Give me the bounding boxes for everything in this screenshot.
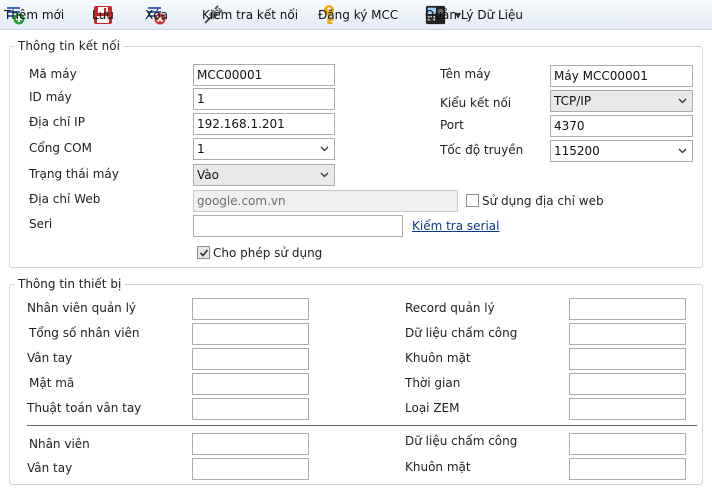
chevron-down-icon (320, 146, 329, 152)
chevron-down-icon (678, 98, 687, 104)
com-port-value: 1 (197, 142, 205, 156)
add-new-label: Thêm mới (4, 8, 65, 22)
password-label: Mật mã (29, 376, 75, 390)
face-field-2[interactable] (569, 458, 686, 480)
serial-input[interactable] (193, 215, 403, 237)
check-connection-button[interactable]: Kiểm tra kết nối (202, 4, 298, 26)
fingerprint-field-2[interactable] (192, 458, 309, 480)
web-address-input[interactable]: google.com.vn (193, 190, 458, 212)
machine-code-label: Mã máy (29, 67, 77, 81)
chevron-down-icon (320, 172, 329, 178)
face-label-2: Khuôn mặt (405, 460, 471, 474)
com-port-select[interactable]: 1 (193, 138, 335, 160)
machine-name-input[interactable]: Máy MCC00001 (550, 65, 693, 87)
ip-address-label: Địa chỉ IP (29, 115, 85, 129)
machine-id-input[interactable]: 1 (193, 88, 335, 110)
connection-info-title: Thông tin kết nối (15, 39, 123, 53)
machine-code-input[interactable]: MCC00001 (193, 64, 335, 86)
managed-staff-field[interactable] (192, 298, 309, 320)
attendance-data-label-2: Dữ liệu chấm công (405, 434, 518, 448)
allow-use-label: Cho phép sử dụng (213, 246, 323, 260)
check-connection-label: Kiểm tra kết nối (202, 8, 299, 22)
section-divider (27, 425, 697, 426)
allow-use-checkbox[interactable] (197, 246, 210, 259)
save-button[interactable]: Lưu (92, 4, 116, 26)
ip-address-input[interactable]: 192.168.1.201 (193, 113, 335, 135)
total-staff-label: Tổng số nhân viên (29, 326, 140, 340)
connection-type-label: Kiểu kết nối (440, 96, 512, 110)
manage-data-label: Quản Lý Dữ Liệu (425, 8, 523, 22)
managed-staff-label: Nhân viên quản lý (27, 301, 137, 315)
attendance-data-field[interactable] (569, 323, 686, 345)
attendance-data-field-2[interactable] (569, 433, 686, 455)
machine-status-value: Vào (197, 168, 219, 182)
delete-button[interactable]: Xóa (145, 4, 169, 26)
manage-data-dropdown[interactable]: Quản Lý Dữ Liệu ▼ (425, 4, 523, 26)
face-label: Khuôn mặt (405, 351, 471, 365)
connection-type-select[interactable]: TCP/IP (550, 90, 693, 112)
save-label: Lưu (92, 8, 114, 22)
port-label: Port (440, 118, 464, 132)
record-managed-label: Record quản lý (405, 301, 495, 315)
use-web-address-checkbox[interactable] (466, 194, 479, 207)
machine-status-select[interactable]: Vào (193, 164, 335, 186)
machine-status-label: Trạng thái máy (29, 167, 119, 181)
time-field[interactable] (569, 373, 686, 395)
delete-label: Xóa (145, 8, 168, 22)
fingerprint-field[interactable] (192, 348, 309, 370)
staff-field[interactable] (192, 433, 309, 455)
record-managed-field[interactable] (569, 298, 686, 320)
face-field[interactable] (569, 348, 686, 370)
zem-type-label: Loại ZEM (405, 401, 460, 415)
fingerprint-label-2: Vân tay (27, 461, 73, 475)
web-address-label: Địa chỉ Web (29, 192, 101, 206)
attendance-data-label: Dữ liệu chấm công (405, 326, 518, 340)
fingerprint-label: Vân tay (27, 351, 73, 365)
staff-label: Nhân viên (29, 437, 90, 451)
com-port-label: Cổng COM (29, 141, 92, 155)
total-staff-field[interactable] (192, 323, 309, 345)
register-mcc-label: Đăng ký MCC (318, 8, 399, 22)
zem-type-field[interactable] (569, 398, 686, 420)
check-serial-link[interactable]: Kiểm tra serial (412, 219, 500, 233)
baud-rate-label: Tốc độ truyền (440, 143, 524, 157)
toolbar: Thêm mới Lưu Xóa Kiểm tra kết nối Đăng k… (0, 0, 712, 30)
machine-name-label: Tên máy (440, 67, 491, 81)
machine-id-label: ID máy (29, 90, 72, 104)
serial-label: Seri (29, 217, 53, 231)
baud-rate-value: 115200 (554, 144, 600, 158)
chevron-down-icon (678, 148, 687, 154)
time-label: Thời gian (405, 376, 461, 390)
register-mcc-button[interactable]: Đăng ký MCC (318, 4, 398, 26)
device-info-title: Thông tin thiết bị (15, 277, 125, 291)
port-input[interactable]: 4370 (550, 115, 693, 137)
use-web-address-label: Sử dụng địa chỉ web (482, 194, 604, 208)
fp-algorithm-label: Thuật toán vân tay (27, 401, 142, 415)
fp-algorithm-field[interactable] (192, 398, 309, 420)
baud-rate-select[interactable]: 115200 (550, 140, 693, 162)
checkmark-icon (199, 249, 209, 257)
password-field[interactable] (192, 373, 309, 395)
connection-type-value: TCP/IP (554, 94, 592, 108)
add-new-button[interactable]: Thêm mới (4, 4, 64, 26)
